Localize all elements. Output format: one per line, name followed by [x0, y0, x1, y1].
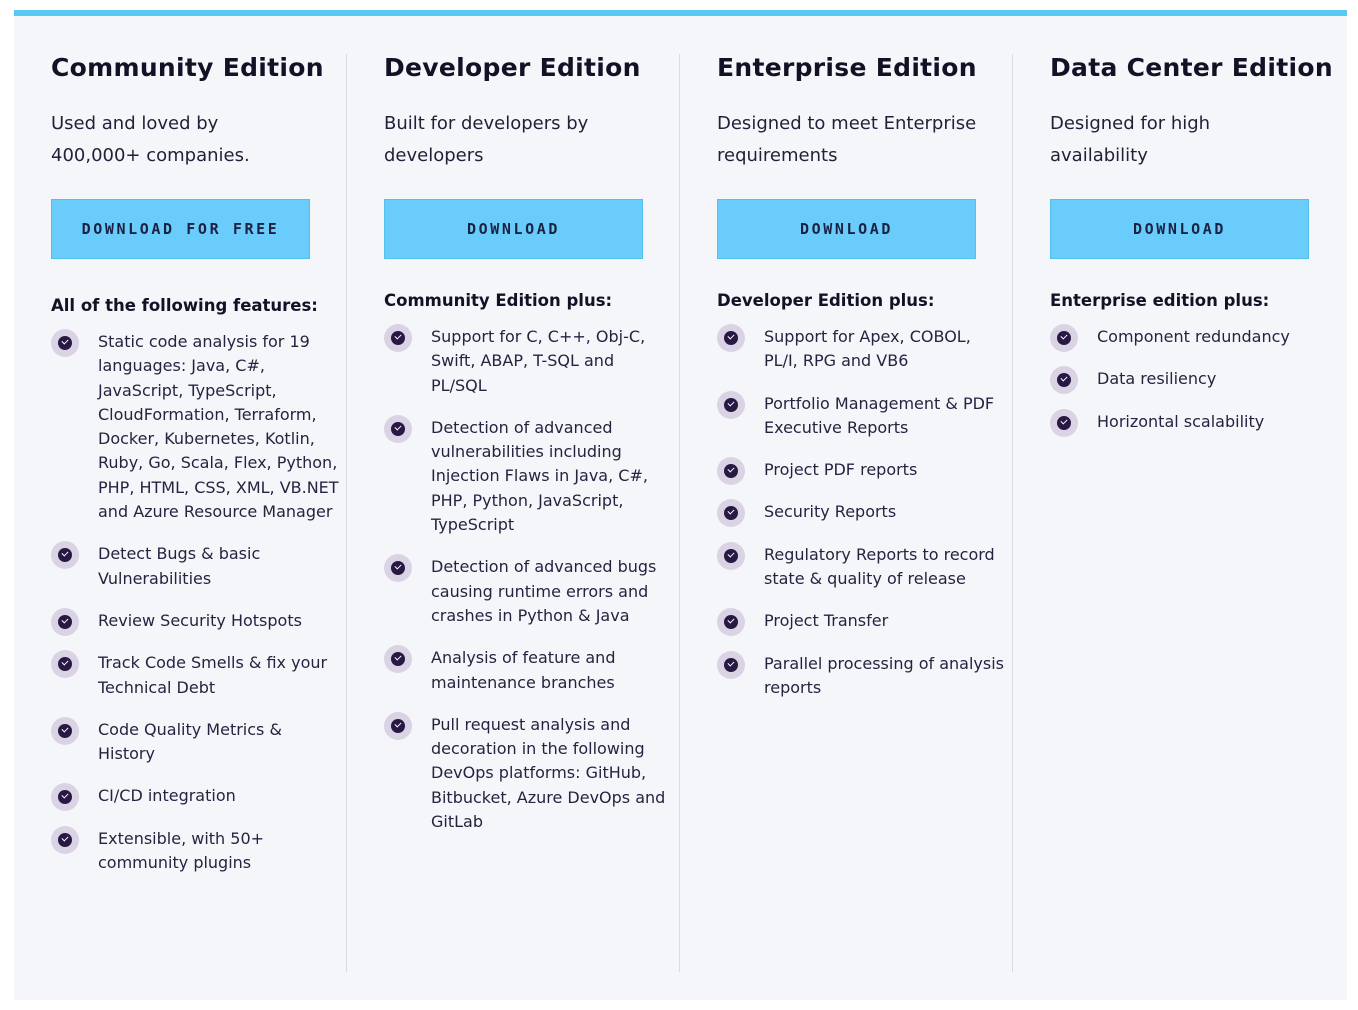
edition-card-enterprise: Enterprise Edition Designed to meet Ente… — [680, 10, 1013, 1000]
feature-item: Horizontal scalability — [1050, 408, 1340, 437]
feature-text: Static code analysis for 19 languages: J… — [98, 332, 339, 522]
feature-text: Review Security Hotspots — [98, 610, 302, 630]
features-heading: All of the following features: — [51, 296, 318, 315]
check-circle-icon — [384, 711, 412, 740]
feature-item: Support for Apex, COBOL, PL/I, RPG and V… — [717, 324, 1007, 374]
feature-text: Security Reports — [764, 502, 897, 522]
features-heading: Developer Edition plus: — [717, 291, 935, 310]
feature-list: Support for C, C++, Obj-C, Swift, ABAP, … — [384, 324, 674, 852]
edition-title: Data Center Edition — [1050, 53, 1333, 82]
check-circle-icon — [51, 825, 79, 854]
editions-panel: Community Edition Used and loved by 400,… — [14, 10, 1347, 1000]
feature-item: Data resiliency — [1050, 366, 1340, 395]
check-circle-icon — [717, 499, 745, 528]
feature-list: Component redundancy Data resiliency Hor… — [1050, 324, 1340, 452]
check-circle-icon — [717, 650, 745, 679]
edition-description: Built for developers by developers — [384, 113, 589, 166]
check-circle-icon — [384, 645, 412, 674]
feature-text: Support for Apex, COBOL, PL/I, RPG and V… — [764, 327, 971, 371]
feature-list: Support for Apex, COBOL, PL/I, RPG and V… — [717, 324, 1007, 718]
feature-item: Analysis of feature and maintenance bran… — [384, 645, 674, 695]
check-circle-icon — [717, 324, 745, 352]
feature-text: Code Quality Metrics & History — [98, 719, 282, 764]
feature-item: Detection of advanced vulnerabilities in… — [384, 414, 674, 537]
feature-text: CI/CD integration — [98, 786, 236, 806]
check-circle-icon — [51, 783, 79, 812]
download-free-button[interactable]: DOWNLOAD FOR FREE — [51, 199, 310, 259]
check-circle-icon — [1050, 366, 1078, 395]
feature-item: Security Reports — [717, 499, 1007, 528]
feature-item: Code Quality Metrics & History — [51, 716, 341, 767]
feature-text: Detection of advanced bugs causing runti… — [431, 557, 657, 625]
feature-text: Track Code Smells & fix your Technical D… — [98, 653, 328, 697]
features-heading: Community Edition plus: — [384, 291, 613, 310]
feature-text: Component redundancy — [1097, 327, 1290, 346]
feature-text: Detect Bugs & basic Vulnerabilities — [98, 544, 261, 588]
check-circle-icon — [717, 541, 745, 570]
feature-item: Review Security Hotspots — [51, 607, 341, 636]
feature-item: Static code analysis for 19 languages: J… — [51, 329, 341, 524]
feature-text: Analysis of feature and maintenance bran… — [431, 648, 616, 692]
download-button[interactable]: DOWNLOAD — [384, 199, 643, 259]
check-circle-icon — [384, 554, 412, 583]
check-circle-icon — [384, 324, 412, 352]
check-circle-icon — [717, 390, 745, 419]
feature-item: Detection of advanced bugs causing runti… — [384, 554, 674, 628]
feature-text: Horizontal scalability — [1097, 411, 1265, 431]
feature-item: Project Transfer — [717, 608, 1007, 637]
edition-title: Community Edition — [51, 53, 324, 82]
feature-text: Data resiliency — [1097, 369, 1217, 389]
edition-card-data-center: Data Center Edition Designed for high av… — [1013, 10, 1346, 1000]
edition-card-community: Community Edition Used and loved by 400,… — [14, 10, 347, 1000]
check-circle-icon — [51, 541, 79, 570]
check-circle-icon — [1050, 408, 1078, 437]
check-circle-icon — [1050, 324, 1078, 352]
feature-item: Support for C, C++, Obj-C, Swift, ABAP, … — [384, 324, 674, 398]
download-button[interactable]: DOWNLOAD — [717, 199, 976, 259]
feature-text: Pull request analysis and decoration in … — [431, 714, 666, 832]
edition-title: Enterprise Edition — [717, 53, 977, 82]
feature-item: Parallel processing of analysis reports — [717, 650, 1007, 701]
edition-card-developer: Developer Edition Built for developers b… — [347, 10, 680, 1000]
edition-description: Used and loved by 400,000+ companies. — [51, 113, 250, 166]
feature-text: Detection of advanced vulnerabilities in… — [431, 417, 648, 535]
feature-text: Support for C, C++, Obj-C, Swift, ABAP, … — [431, 327, 646, 395]
feature-text: Project Transfer — [764, 611, 889, 631]
feature-item: Component redundancy — [1050, 324, 1340, 352]
edition-description: Designed for high availability — [1050, 113, 1211, 166]
check-circle-icon — [51, 716, 79, 745]
feature-item: CI/CD integration — [51, 783, 341, 812]
edition-description: Designed to meet Enterprise requirements — [717, 113, 977, 166]
download-button[interactable]: DOWNLOAD — [1050, 199, 1309, 259]
feature-text: Extensible, with 50+ community plugins — [98, 828, 265, 873]
check-circle-icon — [717, 457, 745, 486]
feature-text: Portfolio Management & PDF Executive Rep… — [764, 393, 995, 437]
check-circle-icon — [51, 329, 79, 357]
edition-title: Developer Edition — [384, 53, 641, 82]
check-circle-icon — [384, 414, 412, 443]
feature-list: Static code analysis for 19 languages: J… — [51, 329, 341, 893]
check-circle-icon — [51, 650, 79, 679]
feature-item: Track Code Smells & fix your Technical D… — [51, 650, 341, 700]
feature-item: Extensible, with 50+ community plugins — [51, 825, 341, 876]
feature-item: Regulatory Reports to record state & qua… — [717, 541, 1007, 592]
feature-item: Detect Bugs & basic Vulnerabilities — [51, 541, 341, 591]
check-circle-icon — [51, 607, 79, 636]
feature-text: Parallel processing of analysis reports — [764, 653, 1004, 697]
feature-item: Project PDF reports — [717, 457, 1007, 486]
feature-item: Pull request analysis and decoration in … — [384, 711, 674, 834]
features-heading: Enterprise edition plus: — [1050, 291, 1270, 310]
check-circle-icon — [717, 608, 745, 637]
feature-item: Portfolio Management & PDF Executive Rep… — [717, 390, 1007, 441]
feature-text: Regulatory Reports to record state & qua… — [764, 544, 995, 589]
feature-text: Project PDF reports — [764, 460, 918, 480]
